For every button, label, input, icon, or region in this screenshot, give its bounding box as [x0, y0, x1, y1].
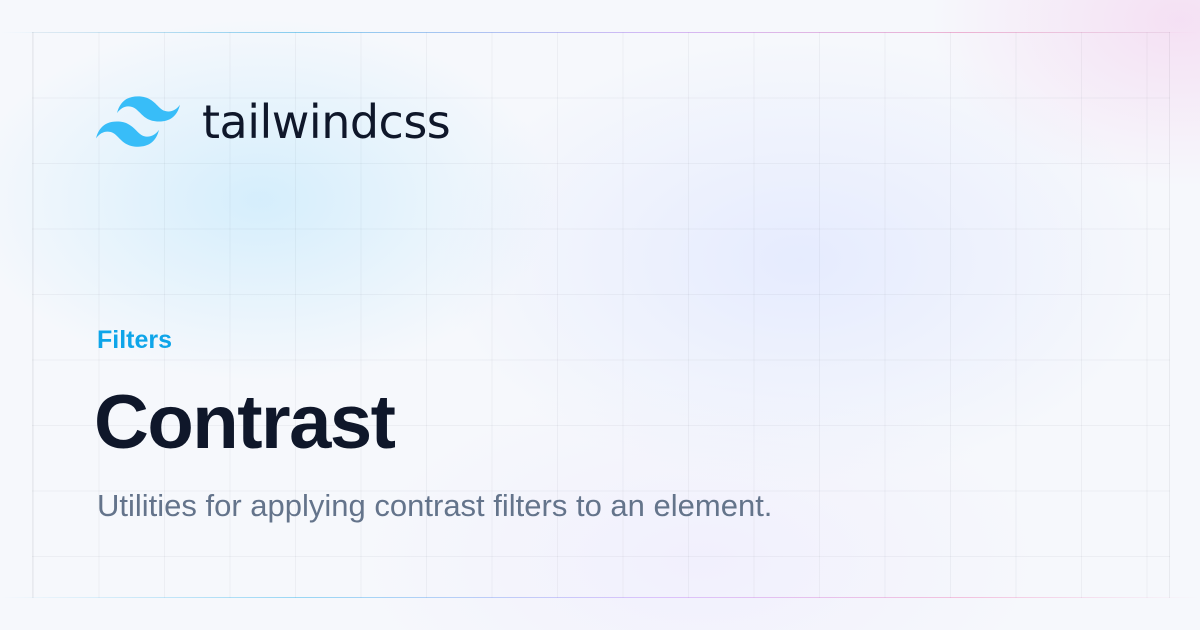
page-description: Utilities for applying contrast filters … — [97, 488, 773, 523]
tailwind-wave-logo-icon — [96, 96, 180, 148]
brand-logo: tailwindcss — [96, 92, 451, 152]
top-divider — [0, 32, 1200, 33]
bottom-divider — [0, 597, 1200, 598]
category-label: Filters — [97, 326, 173, 354]
page-title: Contrast — [94, 380, 396, 465]
brand-wordmark: tailwindcss — [202, 95, 451, 149]
